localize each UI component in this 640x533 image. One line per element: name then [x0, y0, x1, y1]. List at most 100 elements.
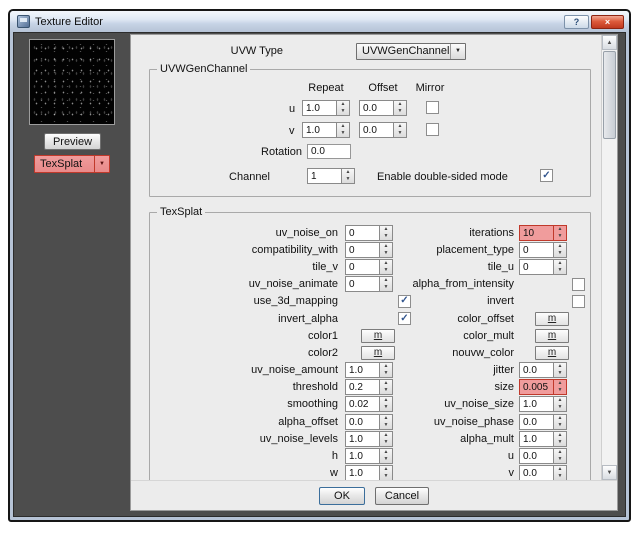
u-mirror-checkbox[interactable] [426, 101, 439, 114]
spin-up-icon[interactable]: ▲ [554, 415, 566, 422]
spin-down-icon[interactable]: ▼ [380, 473, 392, 480]
spin-up-icon[interactable]: ▲ [394, 123, 406, 130]
spinner-buttons[interactable]: ▲ ▼ [554, 362, 567, 379]
use_3d_mapping-checkbox[interactable]: ✓ [398, 294, 411, 308]
alpha_offset-spinbox[interactable]: 0.0 ▲ ▼ [345, 413, 393, 430]
spin-value[interactable]: 0.0 [519, 362, 554, 379]
spin-up-icon[interactable]: ▲ [554, 260, 566, 267]
color1-map-button[interactable]: m [361, 328, 395, 343]
close-button[interactable]: × [591, 14, 624, 29]
v-repeat-spinbox[interactable]: 1.0 ▲ ▼ [302, 122, 350, 138]
spin-value[interactable]: 0 [519, 258, 554, 275]
spin-value[interactable]: 0 [345, 224, 380, 241]
spin-value[interactable]: 0.0 [359, 100, 394, 116]
w-spinbox[interactable]: 1.0 ▲ ▼ [345, 465, 393, 480]
uvw-type-dropdown[interactable]: UVWGenChannel ▼ [356, 42, 466, 60]
spin-down-icon[interactable]: ▼ [554, 456, 566, 463]
spinner-buttons[interactable]: ▲ ▼ [380, 276, 393, 293]
v-spinbox[interactable]: 0.0 ▲ ▼ [519, 465, 567, 480]
compatibility_with-spinbox[interactable]: 0 ▲ ▼ [345, 241, 393, 258]
scroll-down-button[interactable]: ▼ [602, 465, 617, 480]
spinner-buttons[interactable]: ▲ ▼ [380, 413, 393, 430]
spin-value[interactable]: 0 [345, 276, 380, 293]
spin-down-icon[interactable]: ▼ [380, 267, 392, 274]
titlebar[interactable]: Texture Editor ? × [10, 11, 629, 32]
spin-up-icon[interactable]: ▲ [554, 243, 566, 250]
spin-up-icon[interactable]: ▲ [380, 363, 392, 370]
spin-down-icon[interactable]: ▼ [337, 130, 349, 137]
tile_u-spinbox[interactable]: 0 ▲ ▼ [519, 258, 567, 275]
texture-type-dropdown[interactable]: TexSplat ▼ [34, 155, 110, 173]
spin-up-icon[interactable]: ▲ [554, 397, 566, 404]
u-offset-spinbox[interactable]: 0.0 ▲ ▼ [359, 100, 407, 116]
smoothing-spinbox[interactable]: 0.02 ▲ ▼ [345, 396, 393, 413]
preview-button[interactable]: Preview [44, 133, 101, 150]
tile_v-spinbox[interactable]: 0 ▲ ▼ [345, 258, 393, 275]
spin-down-icon[interactable]: ▼ [380, 456, 392, 463]
spinner-buttons[interactable]: ▲ ▼ [380, 362, 393, 379]
spinner-buttons[interactable]: ▲ ▼ [380, 241, 393, 258]
spin-down-icon[interactable]: ▼ [380, 439, 392, 446]
spin-value[interactable]: 1 [307, 168, 342, 184]
spinner-buttons[interactable]: ▲ ▼ [554, 430, 567, 447]
spin-up-icon[interactable]: ▲ [554, 432, 566, 439]
spin-down-icon[interactable]: ▼ [554, 439, 566, 446]
help-button[interactable]: ? [564, 14, 589, 29]
spin-down-icon[interactable]: ▼ [380, 284, 392, 291]
spin-up-icon[interactable]: ▲ [554, 466, 566, 473]
spin-up-icon[interactable]: ▲ [380, 449, 392, 456]
invert-checkbox[interactable] [572, 294, 585, 308]
spinner-buttons[interactable]: ▲ ▼ [380, 396, 393, 413]
spinner-buttons[interactable]: ▲ ▼ [380, 448, 393, 465]
spin-up-icon[interactable]: ▲ [380, 243, 392, 250]
nouvw_color-map-button[interactable]: m [535, 345, 569, 360]
spin-down-icon[interactable]: ▼ [380, 250, 392, 257]
threshold-spinbox[interactable]: 0.2 ▲ ▼ [345, 379, 393, 396]
spinner-buttons[interactable]: ▲ ▼ [554, 448, 567, 465]
spin-value[interactable]: 0.0 [359, 122, 394, 138]
spin-down-icon[interactable]: ▼ [342, 176, 354, 183]
u-spinbox[interactable]: 0.0 ▲ ▼ [519, 448, 567, 465]
spin-value[interactable]: 1.0 [302, 122, 337, 138]
spin-value[interactable]: 1.0 [519, 396, 554, 413]
spin-down-icon[interactable]: ▼ [554, 370, 566, 377]
spin-up-icon[interactable]: ▲ [554, 363, 566, 370]
vertical-scrollbar[interactable]: ▲ ▼ [601, 35, 617, 480]
spinner-buttons[interactable]: ▲ ▼ [554, 379, 567, 396]
spin-value[interactable]: 0 [519, 241, 554, 258]
h-spinbox[interactable]: 1.0 ▲ ▼ [345, 448, 393, 465]
chevron-down-icon[interactable]: ▼ [94, 156, 109, 172]
spinner-buttons[interactable]: ▲ ▼ [554, 413, 567, 430]
spin-value[interactable]: 0 [345, 258, 380, 275]
spinner-buttons[interactable]: ▲ ▼ [554, 258, 567, 275]
spin-value[interactable]: 0.02 [345, 396, 380, 413]
uv_noise_amount-spinbox[interactable]: 1.0 ▲ ▼ [345, 362, 393, 379]
spin-down-icon[interactable]: ▼ [380, 233, 392, 240]
spin-up-icon[interactable]: ▲ [342, 169, 354, 176]
spin-down-icon[interactable]: ▼ [554, 267, 566, 274]
spinner-buttons[interactable]: ▲ ▼ [554, 224, 567, 241]
spin-up-icon[interactable]: ▲ [554, 380, 566, 387]
color_offset-map-button[interactable]: m [535, 311, 569, 326]
spin-value[interactable]: 1.0 [345, 362, 380, 379]
spinner-buttons[interactable]: ▲ ▼ [554, 241, 567, 258]
channel-spinbox[interactable]: 1 ▲ ▼ [307, 168, 355, 184]
spin-down-icon[interactable]: ▼ [380, 370, 392, 377]
v-offset-spinbox[interactable]: 0.0 ▲ ▼ [359, 122, 407, 138]
spin-down-icon[interactable]: ▼ [554, 387, 566, 394]
spinner-buttons[interactable]: ▲ ▼ [380, 224, 393, 241]
spinner-buttons[interactable]: ▲ ▼ [342, 168, 355, 184]
spin-up-icon[interactable]: ▲ [554, 449, 566, 456]
spinner-buttons[interactable]: ▲ ▼ [337, 100, 350, 116]
spinner-buttons[interactable]: ▲ ▼ [554, 465, 567, 480]
cancel-button[interactable]: Cancel [375, 486, 429, 505]
spin-down-icon[interactable]: ▼ [554, 404, 566, 411]
chevron-down-icon[interactable]: ▼ [450, 43, 465, 59]
color_mult-map-button[interactable]: m [535, 328, 569, 343]
spinner-buttons[interactable]: ▲ ▼ [380, 465, 393, 480]
spin-value[interactable]: 1.0 [345, 430, 380, 447]
placement_type-spinbox[interactable]: 0 ▲ ▼ [519, 241, 567, 258]
spin-value[interactable]: 0.0 [345, 413, 380, 430]
spin-up-icon[interactable]: ▲ [380, 260, 392, 267]
spin-up-icon[interactable]: ▲ [380, 380, 392, 387]
